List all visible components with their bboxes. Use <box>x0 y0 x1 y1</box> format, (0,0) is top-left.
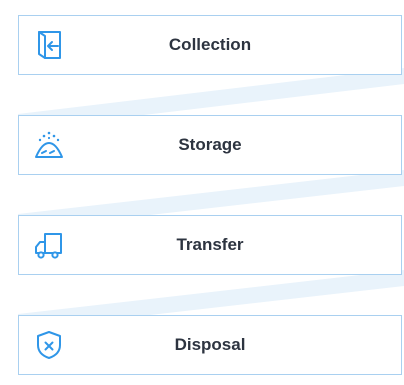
step-label: Transfer <box>176 235 244 254</box>
step-transfer: Transfer <box>18 215 402 275</box>
step-label: Collection <box>168 35 252 54</box>
step-storage: Storage <box>18 115 402 175</box>
step-label: Disposal <box>174 335 246 354</box>
step-label: Storage <box>178 135 242 154</box>
step-disposal: Disposal <box>18 315 402 375</box>
step-collection: Collection <box>18 15 402 75</box>
